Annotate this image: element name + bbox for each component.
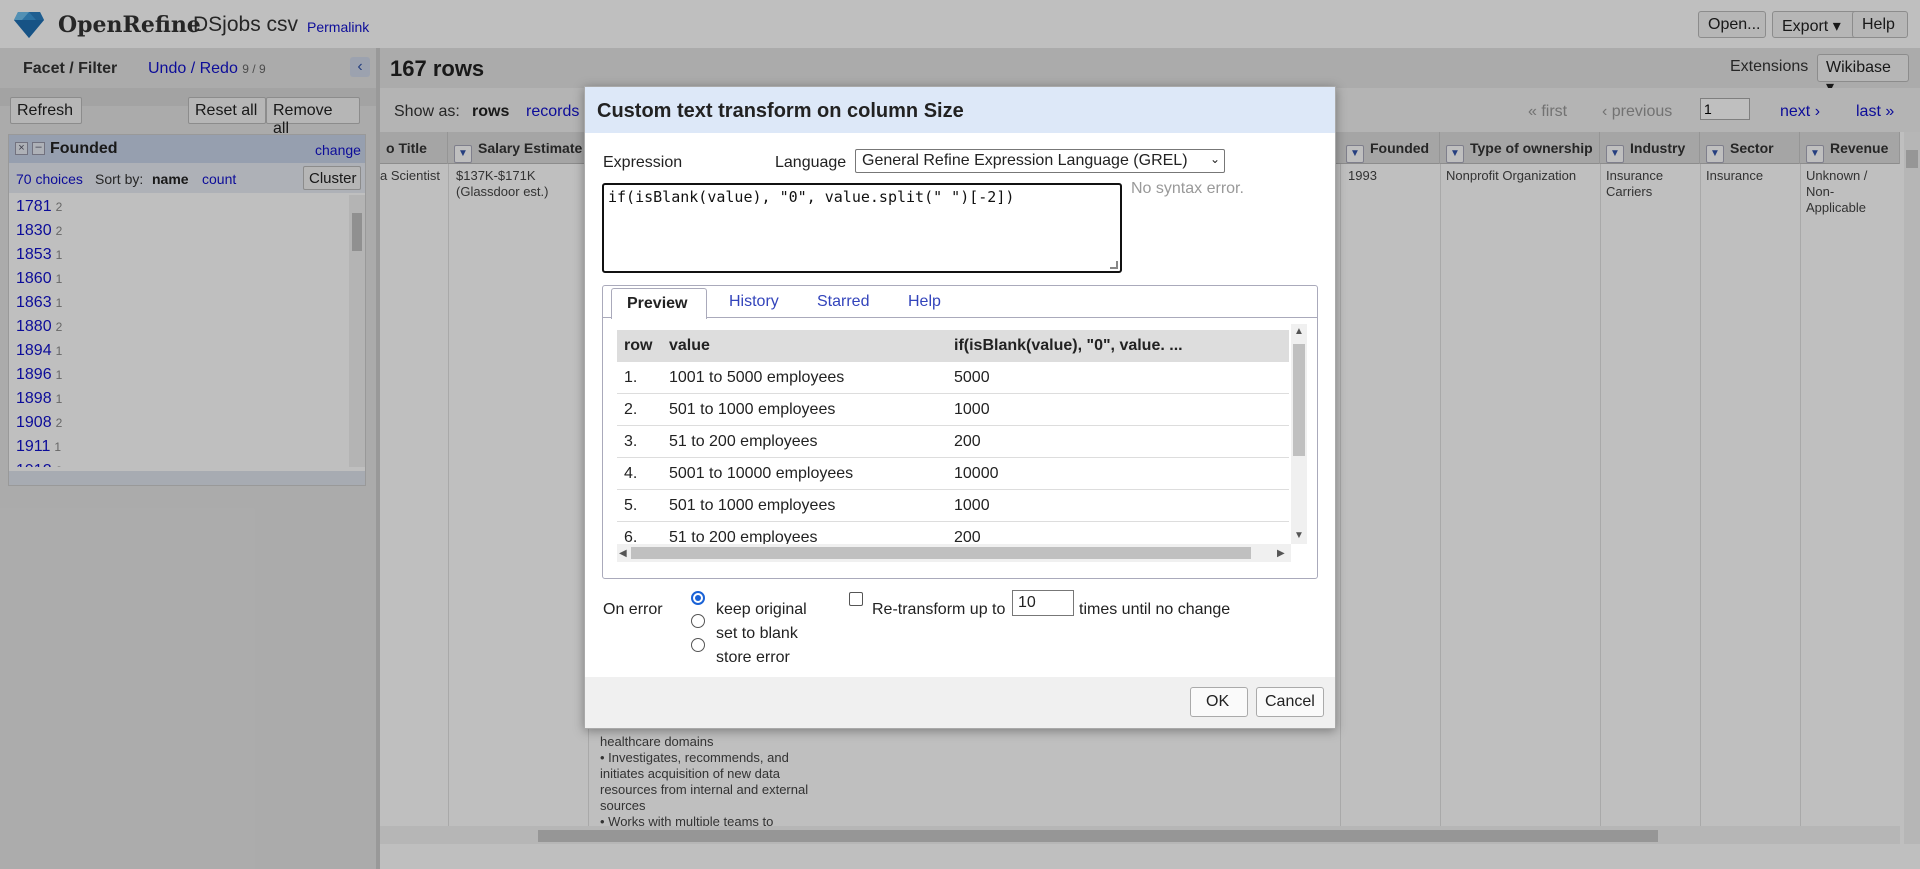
preview-row-index: 5.	[624, 497, 638, 514]
dialog-body: Expression Language General Refine Expre…	[585, 133, 1335, 677]
cancel-button[interactable]: Cancel	[1256, 687, 1324, 717]
preview-row-value: 501 to 1000 employees	[669, 497, 836, 514]
scroll-right-icon[interactable]: ▶	[1277, 548, 1285, 559]
expression-text: if(isBlank(value), "0", value.split(" ")…	[608, 188, 1015, 206]
syntax-status: No syntax error.	[1131, 180, 1244, 197]
preview-row-result: 200	[954, 433, 981, 450]
preview-h-scroll-thumb[interactable]	[631, 547, 1251, 559]
ok-button[interactable]: OK	[1190, 687, 1248, 717]
radio-store-error[interactable]	[691, 638, 705, 652]
retransform-label[interactable]: Re-transform up to	[872, 601, 1005, 619]
preview-vertical-scrollbar[interactable]: ▲ ▼	[1291, 324, 1307, 544]
preview-row: 3. 51 to 200 employees 200	[617, 426, 1289, 458]
preview-row-value: 1001 to 5000 employees	[669, 369, 845, 386]
preview-header-row: row	[624, 337, 653, 354]
expression-label: Expression	[603, 154, 683, 171]
retransform-suffix: times until no change	[1079, 601, 1231, 618]
preview-tabs: Preview History Starred Help row value i…	[602, 285, 1318, 579]
retransform-checkbox[interactable]	[849, 592, 863, 606]
resize-grip-icon[interactable]	[1110, 261, 1118, 269]
tab-history[interactable]: History	[729, 293, 779, 311]
preview-v-scroll-thumb[interactable]	[1293, 344, 1305, 456]
scroll-left-icon[interactable]: ◀	[619, 548, 627, 559]
radio-set-to-blank[interactable]	[691, 614, 705, 628]
on-error-label: On error	[603, 601, 663, 618]
scroll-up-icon[interactable]: ▲	[1294, 326, 1304, 337]
language-label: Language	[775, 154, 847, 171]
radio-keep-original-label[interactable]: keep original	[716, 601, 807, 619]
preview-row-index: 2.	[624, 401, 638, 418]
preview-row: 1. 1001 to 5000 employees 5000	[617, 362, 1289, 394]
custom-transform-dialog: Custom text transform on column Size Exp…	[584, 86, 1336, 729]
language-select-value: General Refine Expression Language (GREL…	[862, 152, 1188, 169]
preview-row-result: 1000	[954, 497, 990, 514]
chevron-down-icon: ⌄	[1209, 152, 1220, 166]
preview-header-value: value	[669, 337, 710, 354]
preview-row-result: 5000	[954, 369, 990, 386]
expression-textarea[interactable]: if(isBlank(value), "0", value.split(" ")…	[602, 183, 1122, 273]
preview-row-index: 3.	[624, 433, 638, 450]
tab-starred[interactable]: Starred	[817, 293, 869, 311]
preview-row-result: 10000	[954, 465, 999, 482]
preview-horizontal-scrollbar[interactable]: ◀ ▶	[617, 544, 1291, 562]
preview-table-header: row value if(isBlank(value), "0", value.…	[617, 330, 1289, 362]
radio-store-error-label[interactable]: store error	[716, 649, 790, 667]
preview-row-result: 1000	[954, 401, 990, 418]
tab-help[interactable]: Help	[908, 293, 941, 311]
radio-keep-original[interactable]	[691, 591, 705, 605]
preview-row: 2. 501 to 1000 employees 1000	[617, 394, 1289, 426]
preview-row-value: 51 to 200 employees	[669, 433, 818, 450]
dialog-title: Custom text transform on column Size	[585, 87, 1335, 133]
dialog-footer: OK Cancel	[585, 677, 1335, 728]
retransform-count-input[interactable]	[1012, 590, 1074, 616]
preview-row-index: 4.	[624, 465, 638, 482]
preview-row: 5. 501 to 1000 employees 1000	[617, 490, 1289, 522]
radio-set-to-blank-label[interactable]: set to blank	[716, 625, 798, 643]
preview-row-value: 5001 to 10000 employees	[669, 465, 854, 482]
preview-table: row value if(isBlank(value), "0", value.…	[617, 324, 1307, 562]
preview-row: 4. 5001 to 10000 employees 10000	[617, 458, 1289, 490]
language-select[interactable]: General Refine Expression Language (GREL…	[855, 149, 1225, 173]
preview-row-index: 1.	[624, 369, 638, 386]
preview-header-result: if(isBlank(value), "0", value. ...	[954, 337, 1183, 354]
preview-row-value: 501 to 1000 employees	[669, 401, 836, 418]
preview-tab-bar	[603, 286, 1317, 318]
tab-preview[interactable]: Preview	[611, 288, 707, 319]
scroll-down-icon[interactable]: ▼	[1294, 530, 1304, 541]
